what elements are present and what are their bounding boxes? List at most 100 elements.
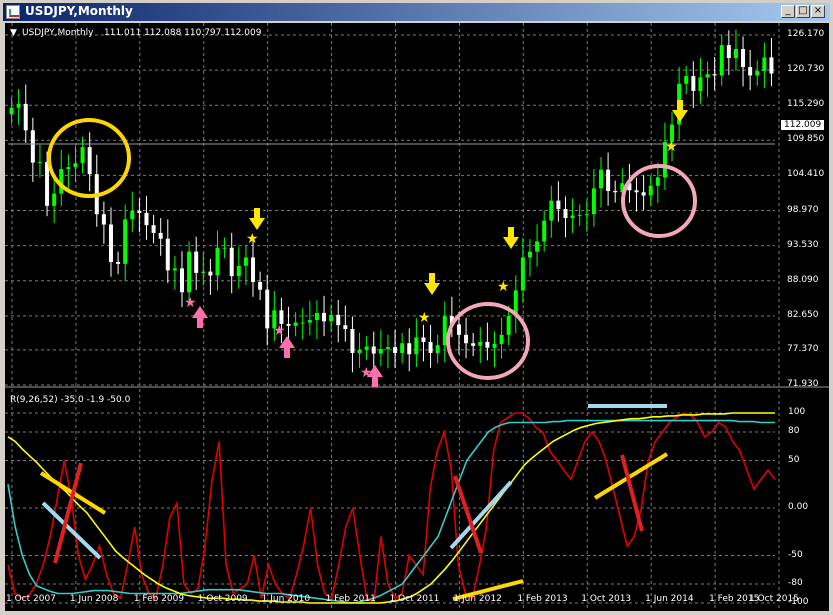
candle	[748, 49, 753, 91]
candle-body	[563, 209, 568, 219]
candle	[606, 152, 611, 206]
ohlc-label: 111.011 112.088 110.797 112.009	[104, 28, 262, 38]
candle	[158, 218, 163, 256]
candle	[350, 316, 355, 373]
candle	[229, 232, 234, 294]
time-tick-label: 1 Oct 2009	[197, 594, 248, 604]
candle	[478, 327, 483, 363]
candle-body	[435, 345, 440, 353]
price-tick-label: 71.930	[787, 379, 819, 389]
candle-body	[293, 322, 298, 326]
candle-body	[393, 347, 398, 353]
price-tick-label: 88.090	[787, 274, 819, 285]
candle-body	[691, 76, 696, 91]
candle	[577, 204, 582, 226]
candle-body	[371, 346, 376, 354]
candle-body	[286, 323, 291, 326]
candle	[251, 240, 256, 297]
candle-body	[648, 185, 653, 196]
candle	[442, 301, 447, 363]
candle	[130, 191, 135, 232]
candle	[172, 255, 177, 290]
candle	[222, 237, 227, 259]
candle-body	[698, 77, 703, 91]
candle	[94, 154, 99, 227]
candle	[59, 149, 64, 207]
candle	[73, 146, 78, 182]
time-tick-label: 1 Jun 2012	[453, 594, 502, 604]
candle	[556, 181, 561, 222]
candle-body	[428, 341, 433, 353]
maximize-button[interactable]: □	[796, 5, 810, 18]
candle	[123, 204, 128, 281]
time-tick-label: 1 Jun 2008	[69, 594, 119, 604]
candle-body	[464, 334, 469, 344]
candle	[80, 136, 85, 174]
candle-body	[556, 200, 561, 210]
candle-body	[606, 169, 611, 191]
candle-body	[485, 341, 490, 348]
candles	[9, 29, 774, 373]
candle	[265, 274, 270, 346]
candle	[705, 61, 710, 97]
info-marker-icon[interactable]: ▼	[10, 28, 17, 38]
candle-body	[265, 289, 270, 329]
indicator-tick-label: 0.00	[788, 502, 809, 512]
candle-body	[641, 192, 646, 196]
candle	[194, 236, 199, 291]
chart-canvas[interactable]: ★ ★ ★ ★ ★ ★ ★	[5, 23, 829, 611]
candle-body	[378, 349, 383, 354]
yellow-star-icon: ★	[418, 310, 431, 326]
candle-body	[187, 251, 192, 293]
price-tick-label: 77.370	[787, 343, 819, 354]
title-bar[interactable]: USDJPY,Monthly _ □ ×	[3, 3, 830, 21]
candle-body	[400, 343, 405, 353]
candle-body	[243, 257, 248, 266]
candle-body	[144, 212, 149, 226]
close-button[interactable]: ×	[811, 5, 825, 18]
candle-body	[336, 314, 341, 326]
indicator-tick-label: 100	[788, 407, 806, 417]
candle	[66, 154, 71, 189]
candle-body	[762, 57, 767, 71]
candle	[591, 169, 596, 227]
time-tick-label: 1 Feb 2009	[133, 594, 185, 604]
candle-body	[158, 232, 163, 239]
candle	[322, 295, 327, 337]
candle-body	[769, 57, 774, 74]
candle-body	[357, 349, 362, 353]
candle-body	[165, 238, 170, 271]
candle-body	[549, 200, 554, 221]
indicator-tick-label: 50	[788, 454, 800, 465]
candle	[37, 144, 42, 178]
time-tick-label: 1 Feb 2011	[325, 594, 376, 604]
candle	[769, 38, 774, 87]
candle-body	[542, 220, 547, 242]
candle-body	[414, 337, 419, 355]
candle-body	[329, 314, 334, 322]
candle-body	[172, 268, 177, 271]
candle-body	[322, 312, 327, 322]
candle-body	[251, 257, 256, 282]
pink-star-icon: ★	[360, 365, 373, 381]
yellow-down-arrow-icon	[672, 100, 688, 122]
price-tick-label: 98.970	[787, 204, 819, 215]
candle-body	[307, 320, 312, 323]
candle-body	[151, 225, 156, 233]
candle	[513, 275, 518, 334]
candle-body	[599, 169, 604, 189]
candle	[364, 336, 369, 361]
candle-body	[258, 281, 263, 290]
candle-body	[23, 103, 28, 131]
candle-body	[520, 257, 525, 291]
candle-body	[16, 103, 21, 108]
candle-body	[80, 147, 85, 164]
candle	[691, 61, 696, 109]
candle-body	[684, 76, 689, 84]
candle	[215, 230, 220, 291]
candle	[16, 89, 21, 125]
chart-area[interactable]: ★ ★ ★ ★ ★ ★ ★ ▼ USDJPY,Monthly 111.011 1	[5, 23, 829, 611]
minimize-button[interactable]: _	[781, 5, 795, 18]
candle	[549, 185, 554, 238]
time-tick-label: 1 Oct 2013	[581, 594, 632, 604]
